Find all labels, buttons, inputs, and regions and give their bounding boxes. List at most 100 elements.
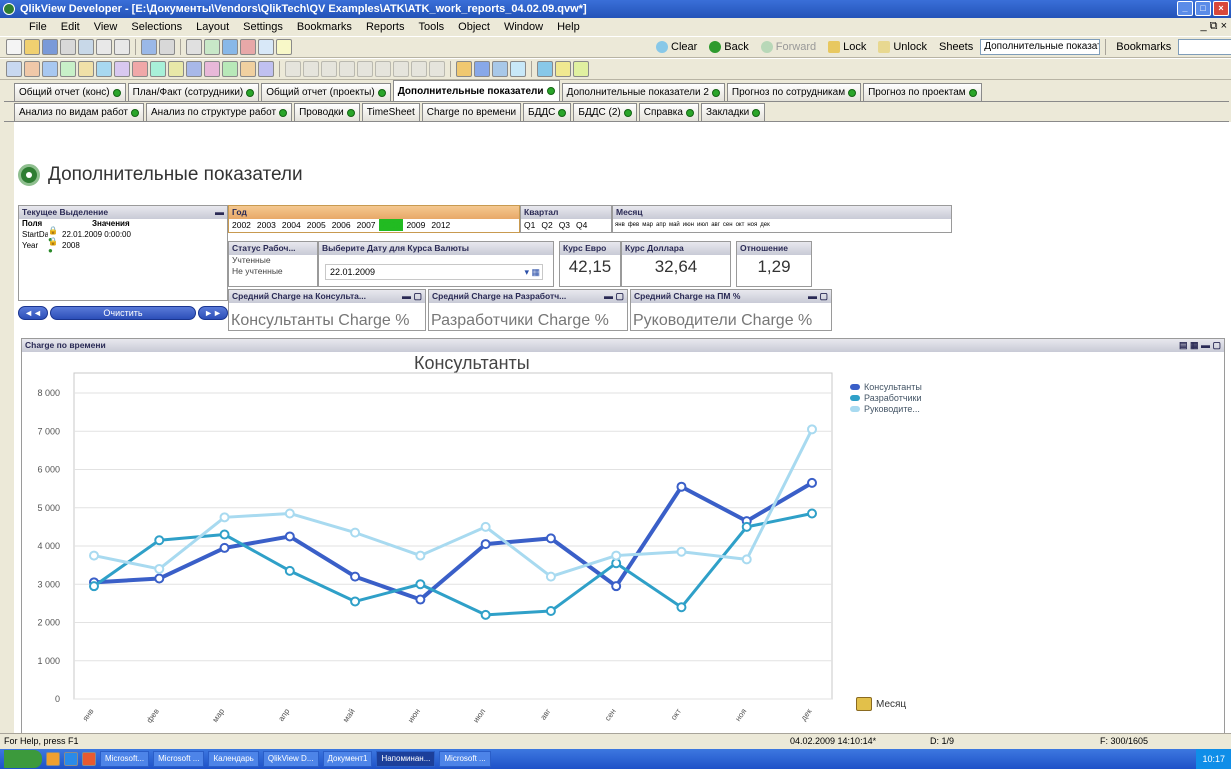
year-item[interactable]: 2002 <box>229 219 254 231</box>
tab-additional-indicators-2[interactable]: Дополнительные показатели 2 <box>561 83 725 101</box>
dollar-rate-caption[interactable]: Курс Доллара <box>622 242 730 255</box>
gauge-caption[interactable]: Средний Charge на Консульта... ▬ ▢ <box>229 290 425 303</box>
design-tool-icon[interactable] <box>132 61 148 77</box>
cycle-dimension-icon[interactable] <box>856 697 872 711</box>
unlock-button[interactable]: Unlock <box>873 38 932 56</box>
menu-help[interactable]: Help <box>550 21 587 33</box>
menu-object[interactable]: Object <box>451 21 497 33</box>
status-item[interactable]: Учтенные <box>229 255 317 266</box>
work-status-caption[interactable]: Статус Рабоч... <box>229 242 317 255</box>
taskbar-item[interactable]: QlikView D... <box>262 751 319 767</box>
tab-forecast-employees[interactable]: Прогноз по сотрудникам <box>726 83 862 101</box>
dimension-selector[interactable]: Месяц <box>856 697 906 711</box>
taskbar-item[interactable]: Документ1 <box>322 751 373 767</box>
taskbar-item[interactable]: Microsoft ... <box>439 751 491 767</box>
menu-window[interactable]: Window <box>497 21 550 33</box>
align-icon[interactable] <box>303 61 319 77</box>
sheets-dropdown[interactable]: Дополнительные показател <box>980 39 1101 55</box>
back-button[interactable]: Back <box>704 38 753 56</box>
align-icon[interactable] <box>393 61 409 77</box>
menu-settings[interactable]: Settings <box>236 21 290 33</box>
menu-file[interactable]: File <box>22 21 54 33</box>
tab-additional-indicators[interactable]: Дополнительные показатели <box>392 80 560 101</box>
tab-work-structure-analysis[interactable]: Анализ по структуре работ <box>146 103 293 121</box>
quarter-item[interactable]: Q4 <box>573 219 590 231</box>
year-caption[interactable]: Год <box>229 206 519 219</box>
align-icon[interactable] <box>357 61 373 77</box>
align-icon[interactable] <box>339 61 355 77</box>
maximize-button[interactable]: □ <box>1195 1 1211 16</box>
design-tool-icon[interactable] <box>6 61 22 77</box>
menu-bookmarks[interactable]: Bookmarks <box>290 21 359 33</box>
design-tool-icon[interactable] <box>240 61 256 77</box>
sheet-properties-icon[interactable] <box>510 61 526 77</box>
gauge-caption[interactable]: Средний Charge на Разработч... ▬ ▢ <box>429 290 627 303</box>
legend-item[interactable]: Консультанты <box>850 381 922 392</box>
calendar-icon[interactable]: ▾ ▦ <box>524 265 540 279</box>
quarter-caption[interactable]: Квартал <box>521 206 611 219</box>
expression-icon[interactable] <box>555 61 571 77</box>
undo-icon[interactable] <box>141 39 157 55</box>
minimize-box-icon[interactable]: ▬ ▢ <box>604 290 624 303</box>
tab-general-report-cons[interactable]: Общий отчет (конс) <box>14 83 126 101</box>
month-caption[interactable]: Месяц <box>613 206 951 219</box>
year-item[interactable]: 2004 <box>279 219 304 231</box>
print-preview-icon[interactable] <box>78 39 94 55</box>
clear-button[interactable]: Clear <box>651 38 702 56</box>
edit-script-icon[interactable] <box>204 39 220 55</box>
open-folder-icon[interactable] <box>24 39 40 55</box>
design-tool-icon[interactable] <box>114 61 130 77</box>
menu-view[interactable]: View <box>87 21 125 33</box>
paste-icon[interactable] <box>114 39 130 55</box>
align-icon[interactable] <box>321 61 337 77</box>
taskbar-item[interactable]: Microsoft... <box>100 751 150 767</box>
month-item[interactable]: окт <box>736 219 745 231</box>
forward-button[interactable]: Forward <box>756 38 821 56</box>
menu-edit[interactable]: Edit <box>54 21 87 33</box>
taskbar-item[interactable]: Календарь <box>208 751 259 767</box>
tab-timesheet[interactable]: TimeSheet <box>361 103 420 121</box>
euro-rate-caption[interactable]: Курс Евро <box>560 242 620 255</box>
design-tool-icon[interactable] <box>186 61 202 77</box>
quicklaunch-icon[interactable] <box>46 752 60 766</box>
year-item[interactable]: 2007 <box>354 219 379 231</box>
year-item[interactable]: 2009 <box>403 219 428 231</box>
tab-charge-over-time[interactable]: Charge по времени <box>421 103 522 121</box>
lock-button[interactable]: Lock <box>823 38 871 56</box>
align-icon[interactable] <box>375 61 391 77</box>
chart-icon[interactable] <box>222 39 238 55</box>
month-item[interactable]: авг <box>711 219 720 231</box>
quarter-item[interactable]: Q1 <box>521 219 538 231</box>
month-item[interactable]: сен <box>723 219 733 231</box>
quarter-item[interactable]: Q3 <box>556 219 573 231</box>
tab-forecast-projects[interactable]: Прогноз по проектам <box>863 83 982 101</box>
quicklaunch-icon[interactable] <box>64 752 78 766</box>
layout-icon[interactable] <box>474 61 490 77</box>
legend-item[interactable]: Разработчики <box>850 392 922 403</box>
month-item[interactable]: апр <box>656 219 666 231</box>
chart-caption[interactable]: Charge по времени ▤ ▦ ▬ ▢ <box>22 339 1224 352</box>
currency-date-input[interactable]: 22.01.2009 ▾ ▦ <box>325 264 543 280</box>
design-tool-icon[interactable] <box>78 61 94 77</box>
title-bar[interactable]: QlikView Developer - [E:\Документы\Vendo… <box>0 0 1231 18</box>
month-item[interactable]: дек <box>760 219 769 231</box>
minimize-box-icon[interactable]: ▬ <box>215 206 224 219</box>
tab-bdds[interactable]: БДДС <box>523 103 572 121</box>
align-icon[interactable] <box>411 61 427 77</box>
start-button[interactable] <box>4 750 42 768</box>
taskbar-item[interactable]: Microsoft ... <box>153 751 205 767</box>
minimize-box-icon[interactable]: ▬ ▢ <box>808 290 828 303</box>
selection-row[interactable]: Year 🔒● 2008 <box>19 237 227 255</box>
mdi-controls[interactable]: _ ⧉ × <box>1200 20 1227 33</box>
month-item[interactable]: фев <box>628 219 639 231</box>
menu-tools[interactable]: Tools <box>411 21 451 33</box>
help-icon[interactable] <box>276 39 292 55</box>
ajax-icon[interactable] <box>573 61 589 77</box>
design-tool-icon[interactable] <box>222 61 238 77</box>
month-item[interactable]: мар <box>642 219 653 231</box>
save-icon[interactable] <box>42 39 58 55</box>
year-item[interactable]: 2005 <box>304 219 329 231</box>
tab-general-report-projects[interactable]: Общий отчет (проекты) <box>261 83 391 101</box>
align-icon[interactable] <box>429 61 445 77</box>
search-icon[interactable] <box>186 39 202 55</box>
